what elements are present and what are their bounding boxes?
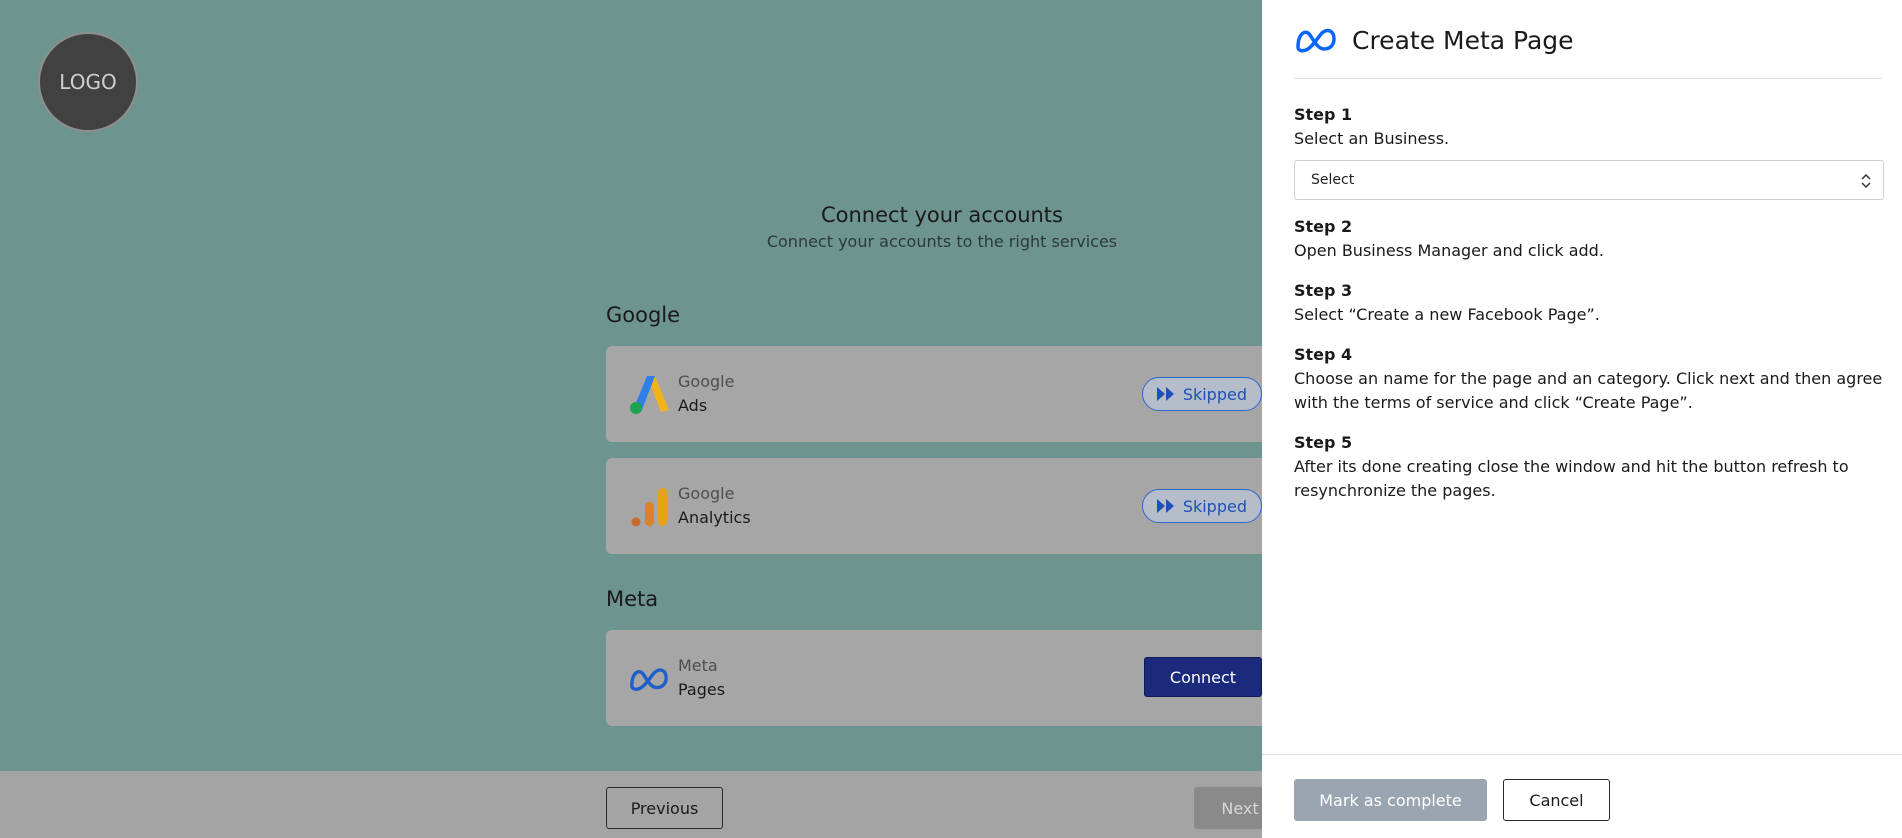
step-text: Choose an name for the page and an categ… (1294, 369, 1883, 412)
step-4: Step 4 Choose an name for the page and a… (1294, 343, 1884, 415)
card-service: Pages (678, 680, 726, 699)
google-ads-icon (630, 376, 669, 414)
account-card-meta-pages: Meta Pages Connect (606, 630, 1278, 726)
step-label: Step 5 (1294, 433, 1353, 452)
meta-icon (1296, 28, 1336, 53)
mark-as-complete-button[interactable]: Mark as complete (1294, 779, 1487, 821)
card-service: Analytics (678, 508, 751, 527)
step-text: Select an Business. (1294, 129, 1450, 148)
create-meta-page-panel: Create Meta Page Step 1 Select an Busine… (1262, 0, 1902, 838)
step-1: Step 1 Select an Business. (1294, 103, 1884, 151)
fast-forward-icon (1156, 387, 1174, 401)
step-text: Select “Create a new Facebook Page”. (1294, 305, 1600, 324)
divider (1262, 754, 1902, 755)
card-provider: Meta (678, 656, 718, 675)
card-provider: Google (678, 372, 735, 391)
previous-button[interactable]: Previous (606, 787, 723, 829)
divider (1294, 78, 1882, 79)
step-text: Open Business Manager and click add. (1294, 241, 1604, 260)
business-select-value: Select (1311, 172, 1355, 188)
panel-title: Create Meta Page (1352, 25, 1574, 55)
account-card-google-ads: Google Ads Skipped (606, 346, 1278, 442)
step-3: Step 3 Select “Create a new Facebook Pag… (1294, 279, 1884, 327)
logo: LOGO (38, 32, 138, 132)
step-label: Step 4 (1294, 345, 1353, 364)
cancel-button[interactable]: Cancel (1503, 779, 1610, 821)
step-2: Step 2 Open Business Manager and click a… (1294, 215, 1884, 263)
google-analytics-icon (631, 488, 667, 527)
business-select[interactable]: Select (1294, 160, 1884, 200)
meta-icon (630, 668, 668, 691)
account-card-google-analytics: Google Analytics Skipped (606, 458, 1278, 554)
skipped-label: Skipped (1182, 496, 1247, 516)
card-provider: Google (678, 484, 735, 503)
step-5: Step 5 After its done creating close the… (1294, 431, 1884, 503)
step-label: Step 3 (1294, 281, 1353, 300)
step-label: Step 1 (1294, 105, 1353, 124)
skipped-badge[interactable]: Skipped (1141, 489, 1262, 523)
connect-button[interactable]: Connect (1144, 657, 1262, 697)
skipped-label: Skipped (1182, 384, 1247, 404)
skipped-badge[interactable]: Skipped (1141, 377, 1262, 411)
fast-forward-icon (1156, 499, 1174, 513)
page-subtitle: Connect your accounts to the right servi… (766, 232, 1118, 251)
section-label-meta: Meta (606, 587, 659, 611)
chevron-up-down-icon (1861, 173, 1871, 189)
card-service: Ads (678, 396, 708, 415)
section-label-google: Google (606, 303, 681, 327)
step-text: After its done creating close the window… (1294, 457, 1849, 500)
page-title: Connect your accounts (820, 203, 1063, 227)
step-label: Step 2 (1294, 217, 1353, 236)
panel-header: Create Meta Page (1294, 18, 1574, 62)
